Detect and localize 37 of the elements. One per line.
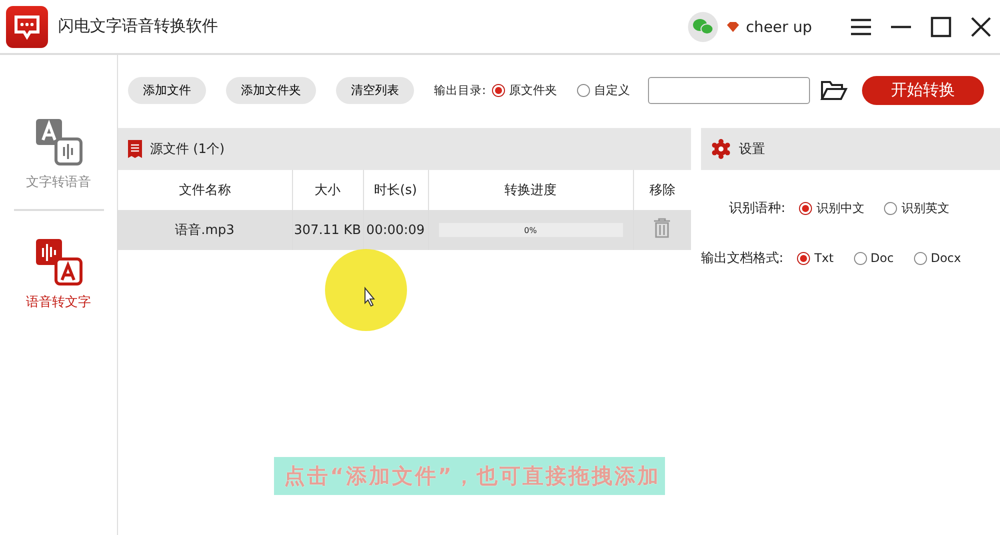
document-icon — [128, 140, 142, 158]
path-field[interactable] — [648, 76, 810, 104]
table-cell: 语音.mp3 — [118, 210, 292, 250]
radio-option[interactable]: 识别英文 — [884, 200, 950, 216]
table-cell: 307.11 KB — [292, 210, 363, 250]
diamond-icon — [726, 20, 740, 32]
progress-text: 0% — [524, 226, 537, 234]
start-button[interactable]: 开始转换 — [862, 76, 984, 104]
text-to-speech-icon — [34, 117, 84, 167]
setting-label: 输出文档格式: — [701, 250, 784, 267]
radio-option[interactable]: Txt — [797, 251, 834, 265]
radio-option[interactable]: Doc — [854, 251, 894, 265]
sidebar-label: 语音转文字 — [26, 294, 91, 311]
toolbar-button[interactable]: 添加文件夹 — [226, 76, 316, 104]
panel-title: 源文件 (1个) — [150, 141, 225, 158]
panel-title: 设置 — [739, 141, 765, 158]
radio-option[interactable]: Docx — [914, 251, 961, 265]
setting-label: 识别语种: — [729, 200, 786, 217]
column-header: 移除 — [633, 170, 691, 210]
app-logo-icon — [6, 6, 48, 48]
sidebar-item[interactable]: 语音转文字 — [0, 225, 117, 323]
radio-option[interactable]: 原文件夹 — [492, 82, 557, 98]
subtitle-caption: 点击“添加文件”，也可直接拖拽添加 — [274, 457, 665, 495]
speech-to-text-icon — [34, 237, 84, 287]
table-cell: 00:00:09 — [363, 210, 428, 250]
folder-icon[interactable] — [820, 79, 848, 101]
gear-icon — [711, 139, 731, 159]
output-label: 输出目录: — [434, 82, 486, 98]
sidebar-label: 文字转语音 — [26, 174, 91, 191]
radio-option[interactable]: 自定义 — [576, 82, 630, 98]
app-title: 闪电文字语音转换软件 — [58, 16, 218, 37]
radio-option[interactable]: 识别中文 — [799, 200, 864, 216]
user-name: cheer up — [746, 18, 812, 36]
sidebar-item[interactable]: 文字转语音 — [14, 105, 104, 211]
toolbar-button[interactable]: 添加文件 — [128, 76, 206, 104]
wechat-icon[interactable] — [688, 12, 718, 42]
toolbar-button[interactable]: 清空列表 — [336, 76, 414, 104]
